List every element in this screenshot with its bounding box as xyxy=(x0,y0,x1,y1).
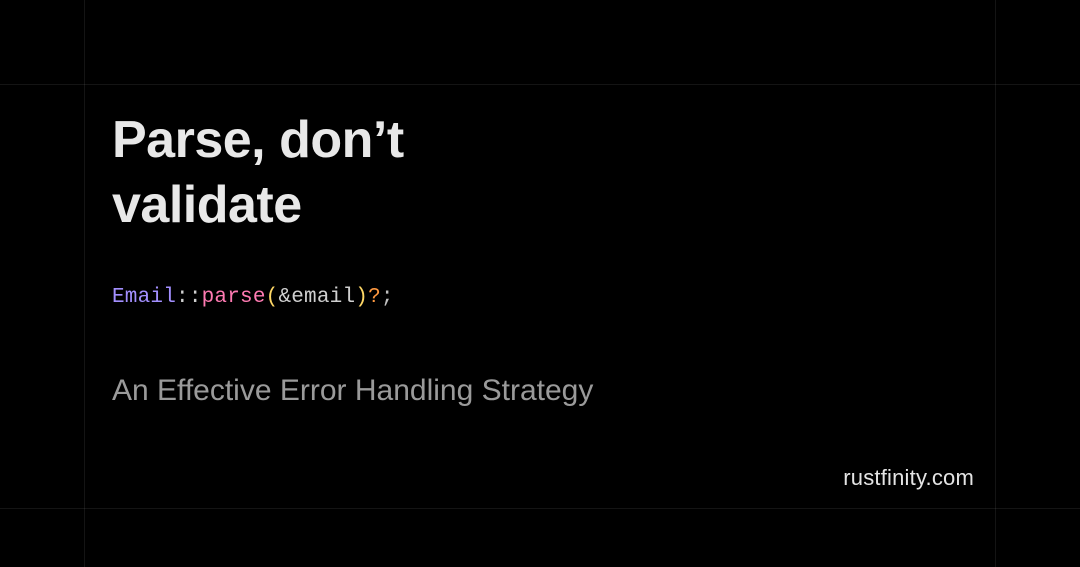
title: Parse, don’t validate xyxy=(112,108,592,238)
content-area: Parse, don’t validate Email::parse(&emai… xyxy=(112,108,996,412)
grid-line-horizontal-bottom xyxy=(0,508,1080,509)
grid-line-horizontal-top xyxy=(0,84,1080,85)
code-snippet: Email::parse(&email)?; xyxy=(112,286,996,309)
site-name: rustfinity.com xyxy=(843,465,974,491)
code-close-paren: ) xyxy=(355,286,368,309)
code-argument: &email xyxy=(278,286,355,309)
code-question-mark: ? xyxy=(368,286,381,309)
code-function: parse xyxy=(202,286,266,309)
subtitle: An Effective Error Handling Strategy xyxy=(112,371,632,412)
grid-line-vertical-left xyxy=(84,0,85,567)
code-semicolon: ; xyxy=(381,286,394,309)
code-open-paren: ( xyxy=(266,286,279,309)
code-type: Email xyxy=(112,286,176,309)
code-separator: :: xyxy=(176,286,202,309)
